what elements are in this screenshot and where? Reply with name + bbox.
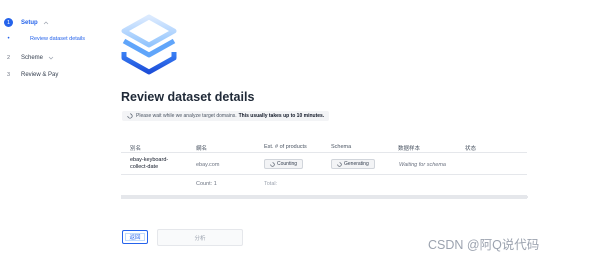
step-label: Scheme [21, 54, 44, 61]
back-button[interactable]: 返回 [122, 230, 148, 244]
row-divider [121, 174, 527, 175]
step-number: 2 [6, 54, 11, 61]
col-header-alias: 別名 [130, 146, 142, 152]
loading-spinner-icon [270, 161, 275, 167]
loading-spinner-icon [337, 161, 342, 167]
products-counting-badge: Counting [264, 159, 304, 169]
page-title: Review dataset details [121, 90, 255, 104]
substep-review-dataset-details[interactable]: • Review dataset details [4, 36, 85, 42]
row-domain: ebay.com [196, 162, 220, 168]
schema-generating-badge: Generating [331, 159, 375, 169]
stepper-sidebar: 1 Setup • Review dataset details 2 Schem… [0, 0, 112, 263]
footer-count: Count: 1 [196, 181, 217, 187]
row-sample-status: Waiting for schema [399, 162, 446, 168]
row-alias-line1: ebay-keyboard- [130, 157, 169, 163]
row-alias-line2: collect-date [130, 164, 159, 170]
col-header-status: 状态 [465, 146, 477, 152]
notice-text: Please wait while we analyze target doma… [136, 113, 237, 119]
col-header-products: Est. # of products [264, 144, 307, 150]
col-header-sample: 数据样本 [398, 146, 421, 152]
substep-bullet: • [7, 36, 10, 42]
scrollbar-thumb[interactable] [122, 196, 528, 198]
loading-spinner-icon [127, 113, 133, 119]
dataset-cube-logo-icon [121, 14, 177, 75]
chevron-up-icon [43, 21, 48, 24]
dataset-table: 別名 網名 Est. # of products Schema 数据样本 状态 [121, 141, 527, 198]
analysis-notice: Please wait while we analyze target doma… [122, 111, 330, 121]
chevron-down-icon [48, 56, 54, 59]
step-number: 3 [6, 71, 11, 78]
table-horizontal-scrollbar[interactable] [121, 195, 528, 199]
substep-label: Review dataset details [30, 36, 86, 42]
col-header-schema: Schema [331, 144, 352, 150]
notice-bold-text: This usually takes up to 10 minutes. [238, 113, 325, 119]
step-number: 1 [4, 18, 13, 27]
footer-total: Total: [264, 181, 278, 187]
step-scheme[interactable]: 2 Scheme [4, 53, 54, 62]
products-status-text: Counting [277, 161, 298, 167]
analyze-button[interactable]: 分析 [157, 229, 243, 246]
step-setup[interactable]: 1 Setup [4, 18, 49, 27]
step-review-pay[interactable]: 3 Review & Pay [4, 70, 58, 79]
watermark: CSDN @阿Q说代码 [428, 238, 540, 252]
schema-status-text: Generating [344, 161, 369, 167]
step-label: Setup [21, 19, 38, 26]
step-label: Review & Pay [21, 71, 59, 78]
header-divider [121, 152, 527, 153]
col-header-domain: 網名 [196, 146, 208, 152]
